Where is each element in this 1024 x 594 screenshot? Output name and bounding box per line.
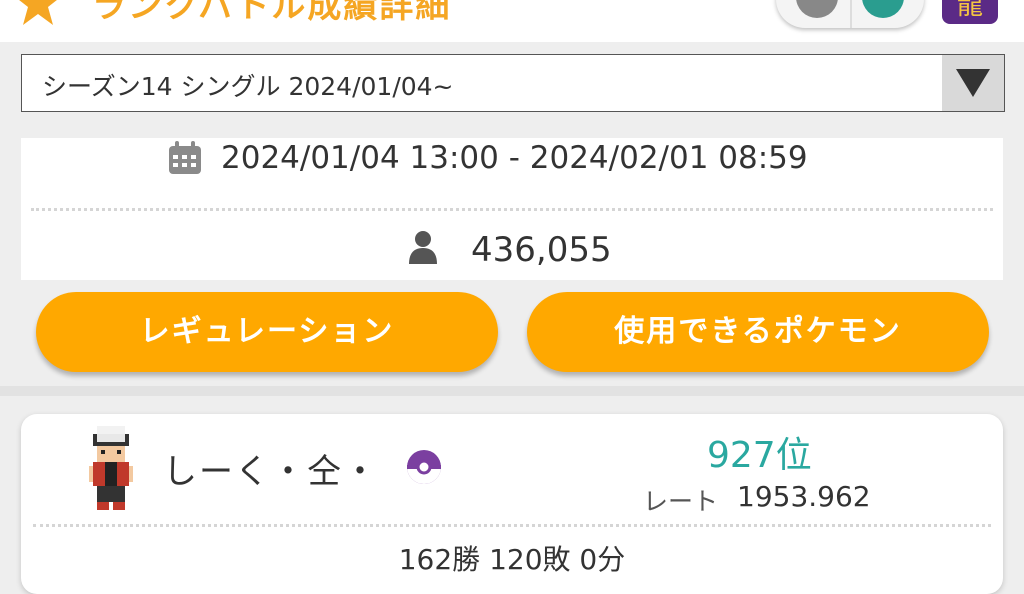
win-loss-record: 162勝 120敗 0分 — [398, 543, 626, 576]
select-arrow-button[interactable] — [942, 55, 1004, 111]
rate-value: 1953.962 — [737, 480, 871, 513]
season-info-card: 2024/01/04 13:00 - 2024/02/01 08:59 436,… — [21, 138, 1003, 280]
pokeball-icon — [407, 450, 441, 484]
divider — [33, 524, 991, 527]
game-version-icon[interactable]: 龍 — [942, 0, 998, 24]
toggle-divider — [850, 0, 852, 28]
calendar-icon — [169, 141, 201, 174]
rate-label: レート — [643, 487, 719, 516]
trainer-avatar — [89, 426, 133, 510]
trainer-result-card[interactable]: しーく・仝・ 927位 レート 1953.962 162勝 120敗 0分 — [21, 414, 1003, 594]
season-period: 2024/01/04 13:00 - 2024/02/01 08:59 — [221, 140, 808, 176]
section-divider — [0, 386, 1024, 396]
select-arrow-icon — [956, 69, 990, 97]
season-select-value: シーズン14 シングル 2024/01/04~ — [42, 72, 454, 101]
usable-pokemon-button[interactable]: 使用できるポケモン — [527, 292, 989, 372]
season-select[interactable]: シーズン14 シングル 2024/01/04~ — [21, 54, 1005, 112]
toggle-option-left[interactable] — [796, 0, 838, 18]
divider — [31, 208, 993, 211]
toggle-option-right[interactable] — [862, 0, 904, 18]
regulation-button[interactable]: レギュレーション — [36, 292, 498, 372]
trainer-name: しーく・仝・ — [163, 452, 379, 492]
view-toggle[interactable] — [776, 0, 924, 28]
rank: 927位 — [707, 435, 812, 476]
person-icon — [409, 231, 437, 264]
page-title: ランクバトル成績詳細 — [92, 0, 452, 26]
player-count: 436,055 — [471, 230, 612, 270]
badge-icon — [19, 0, 57, 25]
app-header: ランクバトル成績詳細 龍 — [0, 0, 1024, 42]
